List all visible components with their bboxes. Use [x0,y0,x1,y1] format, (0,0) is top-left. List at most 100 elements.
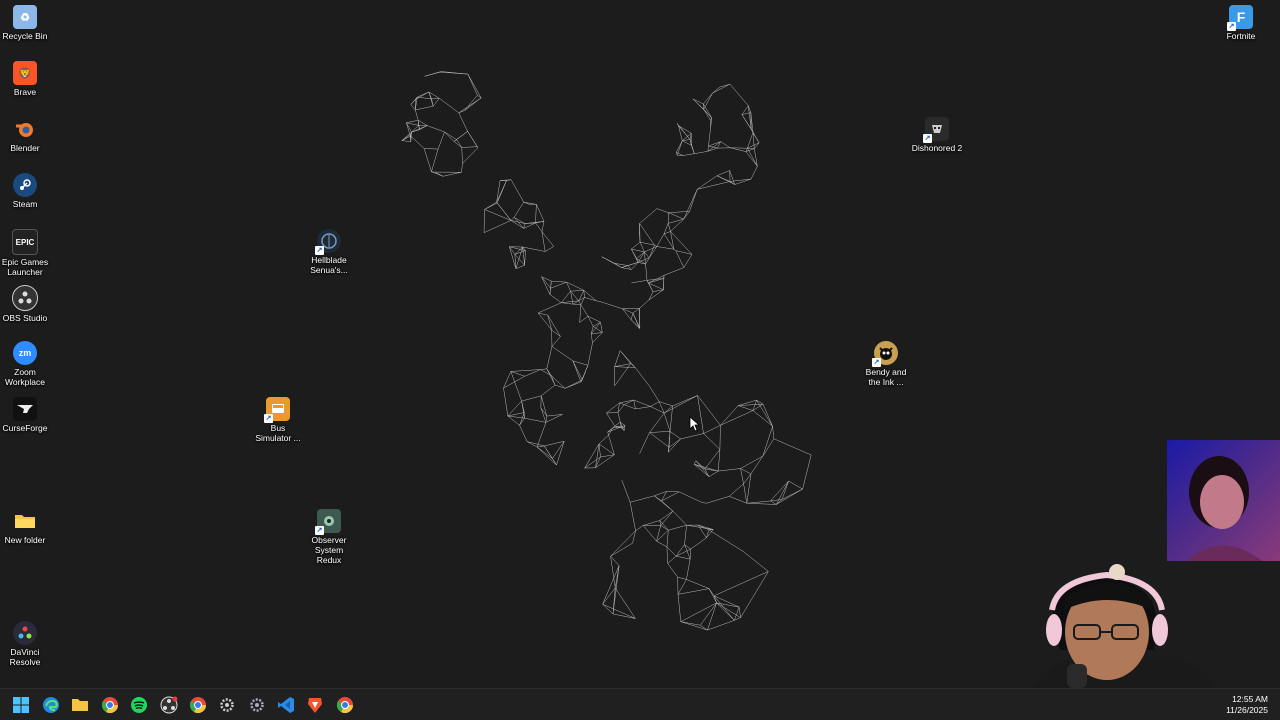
wireframe-line [677,576,687,580]
taskbar-chrome[interactable] [100,695,120,715]
mouse-cursor [689,416,699,432]
wireframe-line [572,360,588,366]
wireframe-line [630,319,641,329]
wireframe-line [666,491,680,493]
wireframe-line [762,426,773,457]
desktop-icon-hellblade[interactable]: ↗ Hellblade Senua's... [297,229,361,275]
desktop-icon-bus-simulator[interactable]: ↗ Bus Simulator ... [246,397,310,443]
wireframe-line [467,131,479,148]
wireframe-line [621,480,631,503]
wireframe-line [663,413,671,432]
start-button[interactable] [11,695,31,715]
icon-label: CurseForge [2,423,48,433]
wireframe-line [607,431,609,436]
settings-gear-icon [250,698,264,712]
desktop-icon-fortnite[interactable]: F ↗ Fortnite [1209,5,1273,41]
wireframe-line [598,443,601,457]
icon-label: Hellblade Senua's... [310,255,348,275]
wireframe-line [453,141,462,148]
wireframe-line [708,145,718,149]
wireframe-line [648,282,664,290]
wireframe-line [656,233,665,247]
taskbar-obs[interactable] [159,695,179,715]
taskbar-brave[interactable] [305,695,325,715]
wireframe-line [602,587,616,605]
recycle-bin-icon: ♻ [13,5,37,29]
taskbar-edge[interactable] [41,695,61,715]
desktop-icon-davinci-resolve[interactable]: DaVinci Resolve [0,621,57,667]
desktop-icon-obs[interactable]: OBS Studio [0,285,57,323]
desktop-icon-epic-games[interactable]: EPIC Epic Games Launcher [0,229,57,277]
desktop-icon-brave[interactable]: 🦁 Brave [0,61,57,97]
system-clock[interactable]: 12:55 AM 11/26/2025 [1226,694,1268,716]
wireframe-line [410,104,416,111]
wireframe-line [718,449,721,472]
taskbar-settings-2[interactable] [247,695,267,715]
wireframe-line [619,402,625,405]
wireframe-line [637,257,650,263]
desktop-icon-blender[interactable]: Blender [0,117,57,153]
wireframe-line [678,125,692,134]
wireframe-line [427,125,445,133]
wireframe-line [716,170,730,176]
taskbar-spotify[interactable] [129,695,149,715]
wireframe-line [431,149,439,172]
wireframe-line [738,405,754,411]
wireframe-line [540,407,548,417]
wireframe-line [406,120,419,123]
taskbar-file-explorer[interactable] [70,695,90,715]
wireframe-line [432,98,440,107]
wireframe-line [556,441,565,466]
wireframe-line [639,208,658,224]
wireframe-line [752,410,773,427]
desktop-icon-curseforge[interactable]: CurseForge [0,397,57,433]
steam-icon [13,173,37,197]
taskbar-chrome-3[interactable] [335,695,355,715]
desktop-icon-steam[interactable]: Steam [0,173,57,209]
desktop-icon-zoom[interactable]: zm Zoom Workplace [0,341,57,387]
wireframe-line [703,433,721,450]
desktop-icon-bendy[interactable]: ↗ Bendy and the Ink ... [854,341,918,387]
desktop-icon-dishonored[interactable]: ↗ Dishonored 2 [905,117,969,153]
wireframe-line [686,559,691,580]
wireframe-line [535,204,537,224]
wireframe-line [513,201,524,218]
wireframe-line [510,371,525,377]
wireframe-line [573,303,581,306]
wireframe-line [601,301,623,310]
wireframe-line [617,412,621,423]
taskbar-vscode[interactable] [276,695,296,715]
taskbar-chrome-2[interactable] [188,695,208,715]
desktop-icon-observer[interactable]: ↗ Observer System Redux [297,509,361,565]
wireframe-line [649,432,670,448]
hellblade-icon: ↗ [315,229,341,255]
wireframe-line [484,201,497,210]
wireframe-line [614,350,621,367]
icon-label: Epic Games Launcher [1,257,49,277]
wireframe-line [591,332,603,335]
wireframe-line [600,322,603,333]
wireframe-line [545,246,554,252]
wireframe-line [693,460,697,465]
wireframe-line [503,371,512,389]
wireframe-line [645,264,648,281]
wireframe-line [631,248,639,263]
wireframe-line [668,524,687,531]
taskbar-settings[interactable] [217,695,237,715]
obs-icon [160,696,178,714]
wireframe-line [673,249,676,251]
wireframe-line [680,621,708,631]
wireframe-line [521,395,542,402]
wireframe-line [639,299,650,309]
wireframe-line [598,434,609,445]
wireframe-line [587,342,593,366]
desktop-icon-new-folder[interactable]: New folder [0,509,57,545]
desktop-icon-recycle-bin[interactable]: ♻ Recycle Bin [0,5,57,41]
wireframe-line [431,97,440,100]
wireframe-line [692,98,704,105]
spotify-icon [131,697,147,713]
wireframe-line [677,579,687,595]
wireframe-line [619,399,634,404]
wireframe-line [654,244,657,247]
wireframe-line [729,483,744,497]
